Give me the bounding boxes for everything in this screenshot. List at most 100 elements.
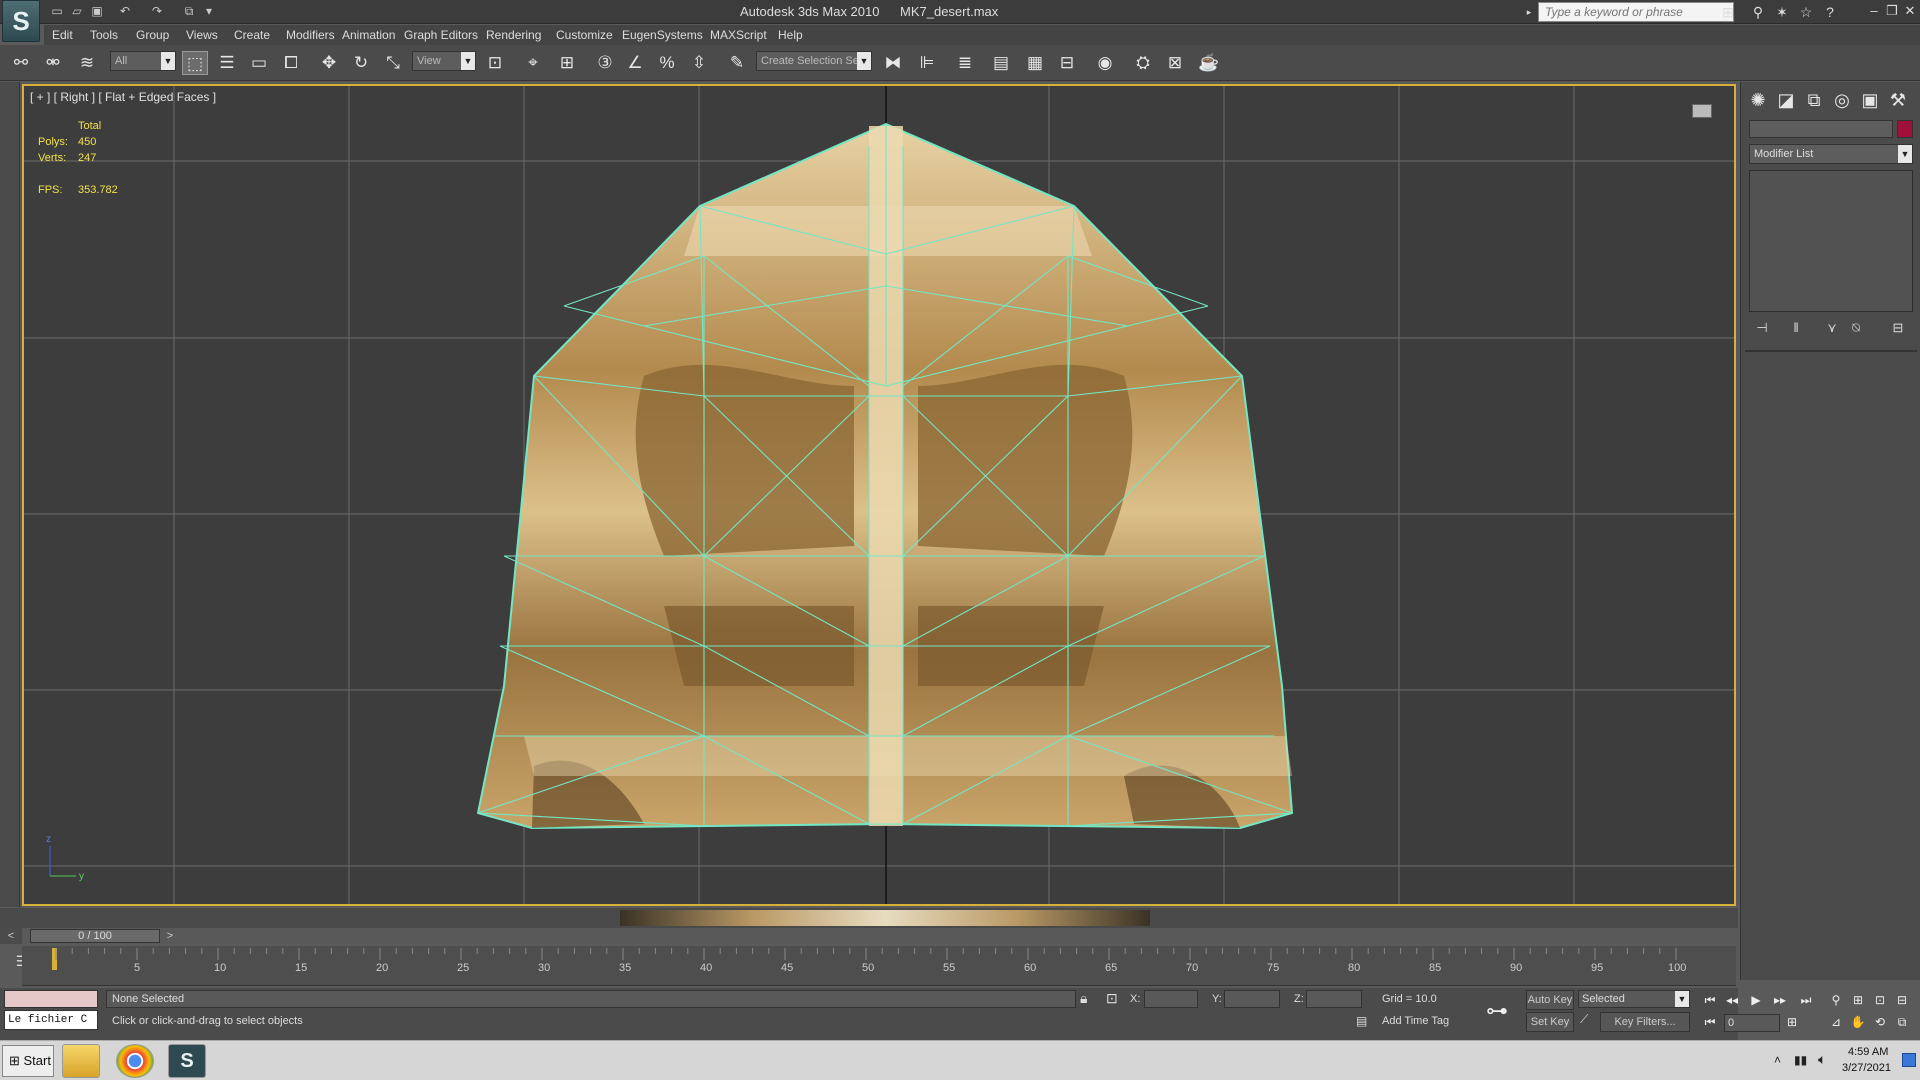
object-color-swatch[interactable]: [1897, 120, 1913, 138]
menu-modifiers[interactable]: Modifiers: [286, 28, 335, 42]
set-key-mode-icon[interactable]: ⊶: [1486, 998, 1508, 1024]
menu-rendering[interactable]: Rendering: [486, 28, 541, 42]
menu-maxscript[interactable]: MAXScript: [710, 28, 767, 42]
spinner-snap-icon[interactable]: ⇳: [686, 51, 712, 75]
material-editor-icon[interactable]: ◉: [1092, 51, 1118, 75]
maximize-viewport-icon[interactable]: ⧉: [1892, 1012, 1912, 1032]
time-slider[interactable]: 0 / 100 >: [24, 928, 1736, 944]
menu-graph-editors[interactable]: Graph Editors: [404, 28, 478, 42]
viewcube-icon[interactable]: [1692, 104, 1712, 118]
keyboard-shortcut-override-icon[interactable]: ⊞: [554, 51, 580, 75]
search-binoculars-icon[interactable]: ⊞: [1718, 3, 1738, 21]
motion-tab-icon[interactable]: ◎: [1829, 88, 1855, 112]
configure-modifier-sets-icon[interactable]: ⊟: [1887, 318, 1909, 338]
help-icon[interactable]: ?: [1820, 3, 1840, 21]
menu-create[interactable]: Create: [234, 28, 270, 42]
modifier-stack[interactable]: [1749, 170, 1913, 312]
volume-icon[interactable]: 🔈︎: [1818, 1051, 1826, 1068]
file-explorer-icon[interactable]: [62, 1044, 100, 1078]
menu-group[interactable]: Group: [136, 28, 169, 42]
add-time-tag[interactable]: Add Time Tag: [1382, 1015, 1449, 1027]
menu-animation[interactable]: Animation: [342, 28, 395, 42]
maxscript-mini-listener[interactable]: Le fichier C: [4, 1010, 98, 1030]
schematic-view-icon[interactable]: ⊟: [1054, 51, 1080, 75]
pin-stack-icon[interactable]: ⊣: [1751, 318, 1773, 338]
zoom-all-icon[interactable]: ⊞: [1848, 990, 1868, 1010]
show-hidden-icons[interactable]: ˄: [1774, 1053, 1781, 1067]
select-object-icon[interactable]: ⬚: [182, 51, 208, 75]
make-unique-icon[interactable]: ⋎: [1821, 318, 1843, 338]
start-button[interactable]: ⊞ Start: [2, 1045, 54, 1077]
key-mode-toggle-icon[interactable]: ⏮: [1700, 1012, 1720, 1032]
select-and-rotate-icon[interactable]: ↻: [348, 51, 374, 75]
modify-tab-icon[interactable]: ◪: [1773, 88, 1799, 112]
menu-customize[interactable]: Customize: [556, 28, 613, 42]
zoom-icon[interactable]: ⚲: [1826, 990, 1846, 1010]
rectangular-selection-icon[interactable]: ▭: [246, 51, 272, 75]
time-slider-next-icon[interactable]: >: [162, 928, 178, 944]
key-selection-dropdown[interactable]: Selected ▼: [1578, 990, 1690, 1008]
menu-views[interactable]: Views: [186, 28, 218, 42]
rendered-frame-window-icon[interactable]: ⊠: [1162, 51, 1188, 75]
reference-coordinate-dropdown[interactable]: View ▼: [412, 51, 476, 71]
undo-icon[interactable]: ↶: [116, 3, 134, 20]
x-coordinate-field[interactable]: [1144, 990, 1198, 1008]
menu-edit[interactable]: Edit: [52, 28, 73, 42]
snaps-toggle-icon[interactable]: ③: [592, 51, 618, 75]
render-production-icon[interactable]: ☕: [1196, 51, 1222, 75]
angle-snap-icon[interactable]: ∠: [622, 51, 648, 75]
save-icon[interactable]: ▣: [88, 3, 106, 20]
show-desktop-icon[interactable]: [1902, 1053, 1916, 1067]
current-frame-field[interactable]: 0: [1724, 1014, 1780, 1032]
select-and-manipulate-icon[interactable]: ⌖: [520, 51, 546, 75]
hierarchy-tab-icon[interactable]: ⧉: [1801, 88, 1827, 112]
curve-editor-icon[interactable]: ▦: [1022, 51, 1048, 75]
utilities-tab-icon[interactable]: ⚒: [1885, 88, 1911, 112]
time-slider-thumb[interactable]: 0 / 100: [30, 929, 160, 943]
pan-view-icon[interactable]: ✋: [1848, 1012, 1868, 1032]
bind-space-warp-icon[interactable]: ≋: [74, 51, 100, 75]
mirror-icon[interactable]: ⧓: [880, 51, 906, 75]
unlink-icon[interactable]: ⚮: [40, 51, 66, 75]
render-setup-icon[interactable]: ⛭: [1130, 51, 1156, 75]
time-configuration-icon[interactable]: ⊞: [1782, 1012, 1802, 1032]
selection-lock-icon[interactable]: 🔒︎: [1080, 990, 1087, 1007]
quick-access-dropdown-icon[interactable]: ▾: [200, 3, 218, 20]
edit-named-selection-icon[interactable]: ✎: [724, 51, 750, 75]
modifier-list-dropdown[interactable]: Modifier List ▼: [1749, 144, 1913, 164]
redo-icon[interactable]: ↷: [148, 3, 166, 20]
zoom-extents-icon[interactable]: ⊡: [1870, 990, 1890, 1010]
field-of-view-icon[interactable]: ⊿: [1826, 1012, 1846, 1032]
pivot-center-icon[interactable]: ⊡: [482, 51, 508, 75]
create-tab-icon[interactable]: ✺: [1745, 88, 1771, 112]
search-input[interactable]: [1539, 3, 1733, 21]
restore-icon[interactable]: ❐: [1884, 2, 1900, 20]
select-and-move-icon[interactable]: ✥: [316, 51, 342, 75]
menu-eugensystems[interactable]: EugenSystems: [622, 28, 703, 42]
z-coordinate-field[interactable]: [1306, 990, 1362, 1008]
time-slider-prev-icon[interactable]: <: [0, 928, 22, 944]
absolute-mode-icon[interactable]: ⊡: [1106, 990, 1118, 1007]
viewport-right[interactable]: z y [ + ] [ Right ] [ Flat + Edged Faces…: [22, 84, 1736, 906]
open-file-icon[interactable]: ▱: [68, 3, 86, 20]
clock-time[interactable]: 4:59 AM: [1848, 1046, 1888, 1058]
viewport-label[interactable]: [ + ] [ Right ] [ Flat + Edged Faces ]: [30, 90, 216, 104]
network-icon[interactable]: ▮▮: [1794, 1053, 1807, 1067]
play-icon[interactable]: ▶: [1746, 990, 1766, 1010]
maxscript-listener-pink[interactable]: [4, 990, 98, 1008]
y-coordinate-field[interactable]: [1224, 990, 1280, 1008]
app-logo-icon[interactable]: S: [2, 0, 40, 42]
favorites-star-icon[interactable]: ☆: [1796, 3, 1816, 21]
select-and-scale-icon[interactable]: ⤡: [380, 51, 406, 75]
percent-snap-icon[interactable]: %: [654, 51, 680, 75]
time-tag-icon[interactable]: ▤: [1356, 1014, 1367, 1028]
key-filters-button[interactable]: Key Filters...: [1600, 1012, 1690, 1032]
remove-modifier-icon[interactable]: ⍉: [1845, 318, 1867, 338]
selection-filter-dropdown[interactable]: All ▼: [110, 51, 176, 71]
menu-tools[interactable]: Tools: [90, 28, 118, 42]
go-to-end-icon[interactable]: ⏭: [1796, 990, 1816, 1010]
3dsmax-taskbar-icon[interactable]: S: [168, 1044, 206, 1078]
minimize-icon[interactable]: –: [1866, 2, 1882, 20]
project-folder-icon[interactable]: ⧉: [180, 3, 198, 20]
infocenter-arrow-icon[interactable]: ▸: [1524, 3, 1534, 21]
